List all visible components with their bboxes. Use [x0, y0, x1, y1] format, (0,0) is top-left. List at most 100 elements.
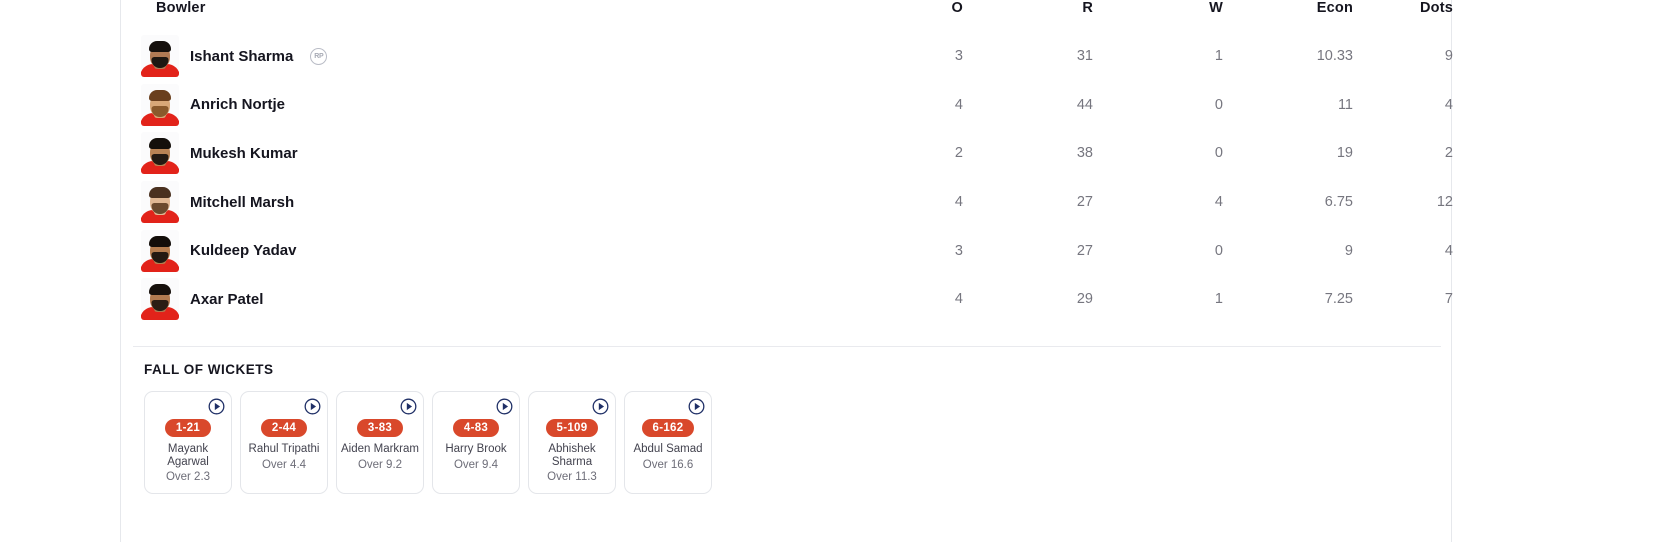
column-header-econ: Econ [1316, 0, 1353, 16]
cell-overs: 4 [954, 96, 963, 113]
fall-of-wickets-title: FALL OF WICKETS [144, 362, 274, 377]
wicket-batter-name: Abhishek Sharma [548, 443, 596, 468]
wicket-score-pill: 3-83 [356, 419, 404, 437]
table-row[interactable]: Kuldeep Yadav 3 27 0 9 4 [133, 226, 1453, 275]
play-circle-icon[interactable] [400, 398, 417, 415]
section-divider [133, 346, 1441, 347]
cell-dots: 9 [1444, 48, 1453, 65]
table-row[interactable]: Mitchell Marsh 4 27 4 6.75 12 [133, 178, 1453, 227]
wicket-over: Over 9.2 [357, 458, 403, 471]
wicket-card[interactable]: 3-83 Aiden Markram Over 9.2 [336, 391, 424, 495]
cell-dots: 2 [1444, 145, 1453, 162]
avatar [141, 35, 179, 78]
table-row[interactable]: Mukesh Kumar 2 38 0 19 2 [133, 129, 1453, 178]
cell-overs: 4 [954, 291, 963, 308]
cell-overs: 3 [954, 242, 963, 259]
wicket-card[interactable]: 5-109 Abhishek Sharma Over 11.3 [528, 391, 616, 495]
wicket-score-pill: 6-162 [641, 419, 695, 437]
cell-runs: 44 [1076, 96, 1093, 113]
cell-runs: 27 [1076, 194, 1093, 211]
column-header-runs: R [1082, 0, 1093, 16]
scorecard-content: Bowler O R W Econ Dots Ishant Sharma RP 3 3… [121, 0, 1453, 542]
wicket-over: Over 2.3 [165, 471, 211, 484]
column-header-bowler: Bowler [156, 0, 206, 16]
bowler-cell: Ishant Sharma RP [133, 32, 833, 81]
bowler-name[interactable]: Mukesh Kumar [190, 145, 298, 162]
wicket-score-pill: 2-44 [260, 419, 308, 437]
cell-runs: 31 [1076, 48, 1093, 65]
wicket-over: Over 4.4 [261, 458, 307, 471]
play-circle-icon[interactable] [208, 398, 225, 415]
cell-dots: 4 [1444, 96, 1453, 113]
column-header-dots: Dots [1419, 0, 1453, 16]
column-header-wickets: W [1209, 0, 1223, 16]
play-circle-icon[interactable] [496, 398, 513, 415]
cell-overs: 3 [954, 48, 963, 65]
bowler-cell: Anrich Nortje [133, 81, 833, 130]
cell-wickets: 0 [1214, 96, 1223, 113]
wicket-over: Over 11.3 [547, 471, 597, 484]
wicket-score-pill: 4-83 [452, 419, 500, 437]
wicket-card[interactable]: 4-83 Harry Brook Over 9.4 [432, 391, 520, 495]
play-circle-icon[interactable] [592, 398, 609, 415]
bowler-cell: Kuldeep Yadav [133, 226, 833, 275]
bowler-cell: Mitchell Marsh [133, 178, 833, 227]
wicket-card[interactable]: 6-162 Abdul Samad Over 16.6 [624, 391, 712, 495]
cell-runs: 38 [1076, 145, 1093, 162]
avatar [141, 181, 179, 224]
cell-dots: 7 [1444, 291, 1453, 308]
wicket-card[interactable]: 2-44 Rahul Tripathi Over 4.4 [240, 391, 328, 495]
play-circle-icon[interactable] [688, 398, 705, 415]
wicket-batter-name: Harry Brook [445, 443, 507, 455]
column-header-overs: O [951, 0, 963, 16]
bowler-name[interactable]: Anrich Nortje [190, 96, 285, 113]
cell-wickets: 0 [1214, 242, 1223, 259]
cell-wickets: 0 [1214, 145, 1223, 162]
wicket-batter-name: Mayank Agarwal [167, 443, 209, 468]
cell-overs: 4 [954, 194, 963, 211]
cell-econ: 19 [1336, 145, 1353, 162]
cell-runs: 27 [1076, 242, 1093, 259]
bowler-name[interactable]: Axar Patel [190, 291, 263, 308]
avatar [141, 229, 179, 272]
fall-of-wickets-section: FALL OF WICKETS 1-21 Mayank Agarwal Over 2… [133, 362, 1443, 495]
wicket-card[interactable]: 1-21 Mayank Agarwal Over 2.3 [144, 391, 232, 495]
bowling-table-body: Ishant Sharma RP 3 31 1 10.33 9 Anrich Nortje 4 4… [133, 32, 1453, 324]
cell-econ: 9 [1344, 242, 1353, 259]
wicket-score-pill: 1-21 [164, 419, 212, 437]
cell-econ: 6.75 [1324, 194, 1353, 211]
bowler-name[interactable]: Kuldeep Yadav [190, 242, 296, 259]
bowler-name[interactable]: Mitchell Marsh [190, 194, 294, 211]
role-badge: RP [310, 47, 328, 65]
avatar [141, 132, 179, 175]
cell-wickets: 1 [1214, 291, 1223, 308]
wicket-over: Over 9.4 [453, 458, 499, 471]
cell-econ: 11 [1337, 96, 1353, 113]
table-row[interactable]: Ishant Sharma RP 3 31 1 10.33 9 [133, 32, 1453, 81]
table-row[interactable]: Anrich Nortje 4 44 0 11 4 [133, 81, 1453, 130]
fall-of-wickets-card-list: 1-21 Mayank Agarwal Over 2.3 2-44 Rahul Trip… [144, 391, 1443, 495]
wicket-over: Over 16.6 [642, 458, 694, 471]
bowling-table-header-row: Bowler O R W Econ Dots [133, 0, 1453, 32]
cell-econ: 10.33 [1316, 48, 1353, 65]
bowler-cell: Mukesh Kumar [133, 129, 833, 178]
avatar [141, 83, 179, 126]
wicket-batter-name: Aiden Markram [341, 443, 419, 455]
cell-dots: 4 [1444, 242, 1453, 259]
cell-dots: 12 [1436, 194, 1453, 211]
cell-wickets: 1 [1214, 48, 1223, 65]
table-row[interactable]: Axar Patel 4 29 1 7.25 7 [133, 275, 1453, 324]
cell-runs: 29 [1076, 291, 1093, 308]
avatar [141, 278, 179, 321]
bowler-name[interactable]: Ishant Sharma [190, 48, 293, 65]
scorecard-panel: Bowler O R W Econ Dots Ishant Sharma RP 3 3… [0, 0, 1656, 542]
cell-overs: 2 [954, 145, 963, 162]
play-circle-icon[interactable] [304, 398, 321, 415]
wicket-batter-name: Abdul Samad [633, 443, 703, 455]
cell-econ: 7.25 [1324, 291, 1353, 308]
cell-wickets: 4 [1214, 194, 1223, 211]
bowler-cell: Axar Patel [133, 275, 833, 324]
wicket-batter-name: Rahul Tripathi [248, 443, 320, 455]
wicket-score-pill: 5-109 [545, 419, 599, 437]
bowling-table: Bowler O R W Econ Dots Ishant Sharma RP 3 3… [133, 0, 1453, 324]
